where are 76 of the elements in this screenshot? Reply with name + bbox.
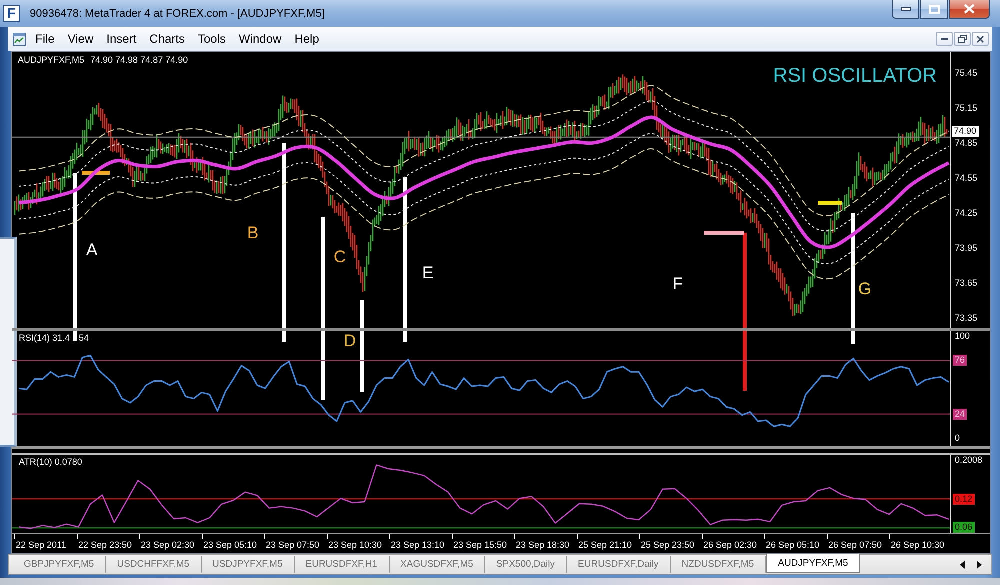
menu-item[interactable]: Window (232, 29, 288, 49)
close-button[interactable] (949, 0, 990, 19)
chart-tab[interactable]: EURUSDFXF,Daily (567, 556, 671, 573)
time-axis-label: 25 Sep 23:50 (639, 534, 695, 551)
minimize-icon (941, 38, 948, 40)
time-axis-label: 26 Sep 02:30 (702, 534, 758, 551)
price-axis-label: 75.15 (955, 102, 978, 114)
ohlc-values: 74.90 74.98 74.87 74.90 (90, 55, 188, 66)
restore-icon (958, 35, 967, 43)
minimize-button[interactable] (892, 0, 919, 19)
menu-item[interactable]: Charts (143, 29, 192, 49)
annotation-letter: E (422, 264, 434, 282)
annotation-letter: F (672, 276, 684, 292)
time-axis-label: 26 Sep 10:30 (889, 534, 945, 551)
chart-tab[interactable]: AUDJPYFXF,M5 (766, 554, 860, 573)
chart-tab[interactable]: USDCHFFXF,M5 (106, 556, 202, 573)
current-price-label: 74.90 (952, 126, 979, 137)
time-axis-label: 22 Sep 2011 (14, 534, 66, 551)
time-axis-label: 25 Sep 21:10 (576, 534, 632, 551)
axis-label: 0 (955, 433, 960, 444)
scroll-left-icon[interactable] (960, 560, 965, 568)
minimize-button[interactable] (936, 32, 953, 46)
annotation-letter: D (344, 332, 356, 350)
time-axis-label: 23 Sep 07:50 (264, 534, 320, 551)
close-icon (964, 4, 975, 14)
menu-item[interactable]: Tools (192, 29, 233, 49)
price-axis-label: 73.65 (955, 278, 978, 290)
chart-tab[interactable]: XAGUSDFXF,M5 (390, 556, 486, 573)
level-label: 76 (953, 355, 968, 366)
time-axis-label: 26 Sep 05:10 (764, 534, 820, 551)
window-title: 90936478: MetaTrader 4 at FOREX.com - [AUDJPYFXF,M5] (30, 8, 325, 20)
chart-tab[interactable]: EURUSDFXF,H1 (294, 556, 390, 573)
chart-tab[interactable]: SPX500,Daily (485, 556, 568, 573)
axis-label: 0.2008 (955, 455, 983, 466)
restore-button[interactable] (954, 32, 971, 46)
time-axis-label: 26 Sep 07:50 (826, 534, 882, 551)
menu-item[interactable]: Insert (100, 29, 144, 49)
menu-item[interactable]: Help (288, 29, 326, 49)
indicator-label: ATR(10) 0.0780 (19, 457, 82, 468)
time-axis-label: 22 Sep 23:50 (76, 534, 132, 551)
time-axis-label: 23 Sep 10:30 (326, 534, 382, 551)
time-axis-label: 23 Sep 05:10 (202, 534, 258, 551)
price-axis-label: 74.55 (955, 172, 978, 184)
maximize-button[interactable] (920, 0, 948, 19)
axis-label: 100 (955, 331, 970, 342)
close-icon (977, 36, 984, 42)
chart-tab[interactable]: GBPJPYFXF,M5 (13, 556, 106, 573)
time-axis-label: 23 Sep 02:30 (139, 534, 195, 551)
price-axis-label: 73.35 (955, 313, 978, 324)
menu-item[interactable]: View (61, 29, 100, 49)
time-axis-label: 23 Sep 18:30 (514, 534, 570, 551)
chart-symbol: AUDJPYFXF,M5 (18, 55, 85, 66)
price-axis-label: 74.25 (955, 208, 978, 219)
annotation-letter: A (86, 242, 98, 258)
price-axis-label: 73.95 (955, 242, 978, 254)
minimize-icon (900, 7, 910, 11)
annotation-letter: G (858, 280, 872, 298)
chart-title: RSI OSCILLATOR (773, 65, 937, 87)
scroll-right-icon[interactable] (977, 560, 982, 568)
menu-item[interactable]: File (29, 29, 62, 49)
indicator-label: RSI(14) 31.4 (19, 333, 70, 344)
chart-window-icon[interactable] (13, 32, 26, 46)
annotation-letter: B (247, 224, 259, 242)
indicator-label: 54 (79, 333, 90, 344)
maximize-icon (928, 4, 940, 14)
price-axis-label: 75.45 (955, 68, 978, 79)
time-axis-label: 23 Sep 15:50 (452, 534, 508, 551)
level-label: 0.12 (953, 494, 975, 505)
level-label: 24 (953, 408, 968, 420)
price-axis-label: 74.85 (955, 138, 978, 149)
chart-tab[interactable]: USDJPYFXF,M5 (202, 556, 295, 573)
close-button[interactable] (972, 32, 989, 46)
annotation-letter: C (334, 248, 346, 266)
level-label: 0.06 (953, 522, 975, 533)
app-logo: F (3, 5, 20, 22)
time-axis-label: 23 Sep 13:10 (389, 534, 445, 551)
